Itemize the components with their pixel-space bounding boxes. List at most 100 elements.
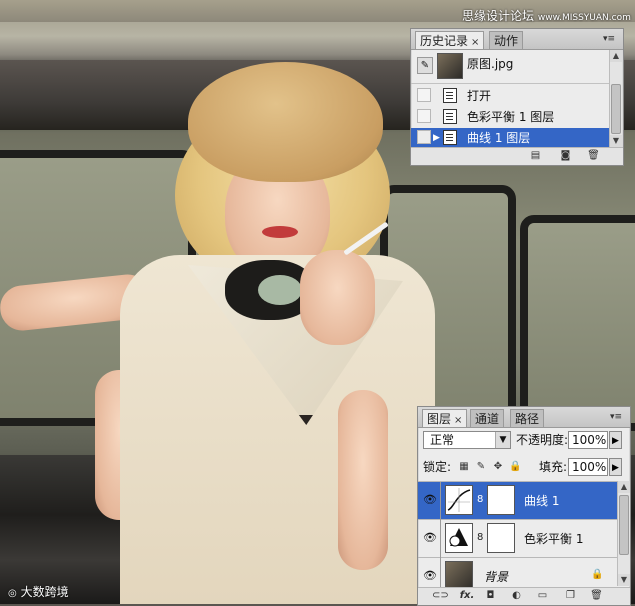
watermark-bottom-text: 大数跨境 bbox=[20, 585, 69, 599]
tab-actions[interactable]: 动作 bbox=[489, 31, 524, 49]
eye-icon[interactable]: 👁 bbox=[422, 532, 438, 544]
snapshot-thumbnail bbox=[437, 53, 463, 79]
new-document-from-state-icon[interactable]: ▤ bbox=[529, 150, 542, 162]
history-divider bbox=[411, 83, 609, 84]
background-layer-thumbnail bbox=[445, 561, 473, 587]
close-icon[interactable]: × bbox=[471, 37, 479, 48]
blend-mode-value: 正常 bbox=[430, 433, 455, 447]
layer-mask-thumbnail[interactable] bbox=[487, 485, 515, 515]
beret bbox=[188, 62, 383, 182]
fill-field[interactable]: 100% bbox=[568, 458, 608, 476]
chevron-down-icon[interactable]: ▼ bbox=[495, 432, 510, 448]
link-layers-icon[interactable]: ⊂⊃ bbox=[432, 590, 449, 602]
new-group-icon[interactable]: ▭ bbox=[536, 590, 549, 602]
fx-icon[interactable]: fx. bbox=[456, 590, 478, 602]
chain-link-icon[interactable]: 8 bbox=[477, 532, 485, 544]
camera-icon[interactable]: ◙ bbox=[559, 150, 572, 162]
opacity-field[interactable]: 100% bbox=[568, 431, 608, 449]
layer-mask-thumbnail[interactable] bbox=[487, 523, 515, 553]
scroll-up-icon[interactable]: ▲ bbox=[610, 50, 622, 62]
blend-mode-select[interactable]: 正常 ▼ bbox=[423, 431, 511, 449]
lock-position-icon[interactable]: ✥ bbox=[492, 461, 504, 473]
history-footer: ▤ ◙ 🗑 bbox=[411, 147, 623, 165]
tab-layers[interactable]: 图层 × bbox=[422, 409, 468, 427]
history-source-checkbox[interactable] bbox=[417, 88, 431, 102]
close-icon[interactable]: × bbox=[454, 415, 462, 426]
lock-pixels-icon[interactable]: ✎ bbox=[475, 461, 487, 473]
scroll-down-icon[interactable]: ▼ bbox=[610, 135, 622, 147]
trash-icon[interactable]: 🗑 bbox=[587, 150, 600, 162]
tab-layers-label: 图层 bbox=[427, 412, 452, 426]
watermark-logo-icon: ◎ bbox=[8, 588, 17, 599]
history-brush-icon[interactable]: ✎ bbox=[417, 57, 433, 74]
tab-history[interactable]: 历史记录 × bbox=[415, 31, 485, 49]
chain-link-icon[interactable]: 8 bbox=[477, 494, 485, 506]
add-mask-icon[interactable]: ◘ bbox=[484, 590, 497, 602]
layer-list: 👁 8 曲线 1 👁 8 色彩平衡 1 👁 背景 🔒 bbox=[418, 481, 617, 587]
layers-tabbar: 图层 × 通道 路径 ▾≡ bbox=[418, 407, 630, 428]
tab-paths[interactable]: 路径 bbox=[510, 409, 545, 427]
eye-icon[interactable]: 👁 bbox=[422, 494, 438, 506]
opacity-slider-toggle[interactable]: ▶ bbox=[609, 431, 622, 449]
new-layer-icon[interactable]: ❐ bbox=[564, 590, 577, 602]
tab-channels-label: 通道 bbox=[475, 412, 500, 426]
car-window-right bbox=[520, 215, 635, 431]
lock-label: 锁定: bbox=[423, 460, 452, 474]
watermark-top-site: www.MISSYUAN.com bbox=[537, 13, 631, 23]
layer-name: 曲线 1 bbox=[524, 494, 560, 508]
trash-icon[interactable]: 🗑 bbox=[590, 590, 603, 602]
history-item-color-balance[interactable]: 色彩平衡 1 图层 bbox=[411, 107, 609, 127]
fill-value: 100% bbox=[572, 460, 607, 474]
history-source-checkbox[interactable] bbox=[417, 109, 431, 123]
watermark-top: 思缘设计论坛 www.MISSYUAN.com bbox=[462, 7, 631, 24]
history-state-marker-icon: ▶ bbox=[433, 133, 440, 143]
forearm-right bbox=[338, 390, 388, 570]
history-source-checkbox[interactable] bbox=[417, 130, 431, 144]
history-panel: 历史记录 × 动作 ▾≡ ✎ 原图.jpg 打开 色彩平衡 1 图层 ▶ 曲线 1… bbox=[410, 28, 624, 166]
history-item-label: 曲线 1 图层 bbox=[467, 131, 531, 145]
lock-icon: 🔒 bbox=[591, 569, 604, 580]
layers-panel: 图层 × 通道 路径 ▾≡ 正常 ▼ 不透明度: 100% ▶ 锁定: ▦ ✎ ✥… bbox=[417, 406, 631, 606]
layer-row-background[interactable]: 👁 背景 🔒 bbox=[418, 558, 617, 587]
layer-divider bbox=[440, 520, 441, 558]
lips bbox=[262, 226, 298, 238]
tab-channels[interactable]: 通道 bbox=[470, 409, 505, 427]
history-item-label: 打开 bbox=[467, 89, 492, 103]
document-icon bbox=[443, 88, 457, 103]
fill-slider-toggle[interactable]: ▶ bbox=[609, 458, 622, 476]
snapshot-label: 原图.jpg bbox=[467, 57, 514, 71]
watermark-bottom: ◎ 大数跨境 bbox=[8, 583, 69, 600]
layers-footer: ⊂⊃ fx. ◘ ◐ ▭ ❐ 🗑 bbox=[418, 587, 630, 605]
lock-all-icon[interactable]: 🔒 bbox=[509, 461, 521, 473]
watermark-top-text: 思缘设计论坛 bbox=[462, 9, 535, 23]
color-balance-adjustment-icon bbox=[445, 523, 473, 553]
panel-menu-icon[interactable]: ▾≡ bbox=[610, 410, 622, 424]
lock-transparency-icon[interactable]: ▦ bbox=[458, 461, 470, 473]
panel-menu-icon[interactable]: ▾≡ bbox=[603, 32, 615, 46]
scroll-thumb[interactable] bbox=[611, 84, 621, 134]
tab-history-label: 历史记录 bbox=[420, 34, 469, 48]
history-snapshot[interactable]: ✎ 原图.jpg bbox=[411, 51, 609, 81]
eye-icon[interactable]: 👁 bbox=[422, 570, 438, 582]
history-scrollbar[interactable]: ▲ ▼ bbox=[609, 50, 622, 147]
adjustment-layer-icon[interactable]: ◐ bbox=[510, 590, 523, 602]
hand-right bbox=[300, 250, 375, 345]
layers-scrollbar[interactable]: ▲ ▼ bbox=[617, 481, 630, 586]
history-item-open[interactable]: 打开 bbox=[411, 86, 609, 106]
opacity-value: 100% bbox=[572, 433, 607, 447]
fill-label: 填充: bbox=[539, 460, 568, 474]
layer-name: 色彩平衡 1 bbox=[524, 532, 584, 546]
layer-row-curves[interactable]: 👁 8 曲线 1 bbox=[418, 482, 617, 520]
history-tabbar: 历史记录 × 动作 ▾≡ bbox=[411, 29, 623, 50]
history-item-label: 色彩平衡 1 图层 bbox=[467, 110, 555, 124]
document-icon bbox=[443, 109, 457, 124]
layer-row-color-balance[interactable]: 👁 8 色彩平衡 1 bbox=[418, 520, 617, 558]
scroll-down-icon[interactable]: ▼ bbox=[618, 574, 630, 586]
curves-adjustment-icon bbox=[445, 485, 473, 515]
scroll-thumb[interactable] bbox=[619, 495, 629, 555]
scarf-pattern bbox=[258, 275, 302, 305]
tab-actions-label: 动作 bbox=[494, 34, 519, 48]
scroll-up-icon[interactable]: ▲ bbox=[618, 481, 630, 493]
history-item-curves[interactable]: ▶ 曲线 1 图层 bbox=[411, 128, 609, 148]
document-icon bbox=[443, 130, 457, 145]
